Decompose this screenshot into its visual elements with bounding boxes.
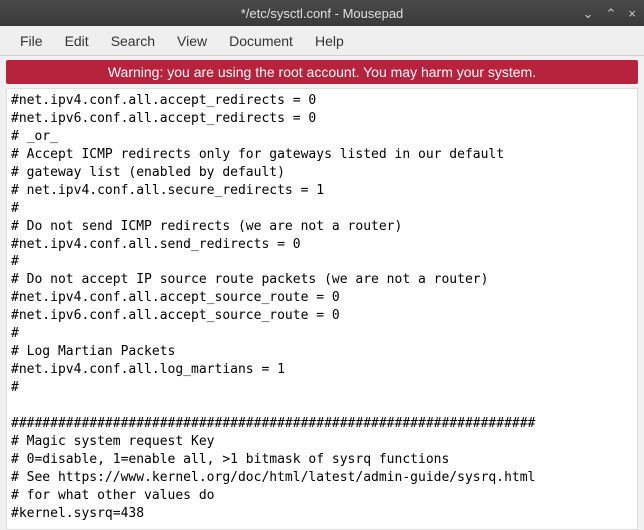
editor-area[interactable]: #net.ipv4.conf.all.accept_redirects = 0 … bbox=[6, 88, 638, 530]
titlebar-buttons: ⌄ ⌃ × bbox=[576, 7, 636, 20]
titlebar: */etc/sysctl.conf - Mousepad ⌄ ⌃ × bbox=[0, 0, 644, 26]
menu-file[interactable]: File bbox=[10, 29, 53, 53]
menu-document[interactable]: Document bbox=[219, 29, 303, 53]
window-title: */etc/sysctl.conf - Mousepad bbox=[68, 6, 576, 21]
maximize-button[interactable]: ⌃ bbox=[606, 7, 617, 20]
menubar: File Edit Search View Document Help bbox=[0, 26, 644, 56]
minimize-button[interactable]: ⌄ bbox=[583, 7, 594, 20]
menu-help[interactable]: Help bbox=[305, 29, 354, 53]
warning-bar: Warning: you are using the root account.… bbox=[6, 60, 638, 84]
editor-content[interactable]: #net.ipv4.conf.all.accept_redirects = 0 … bbox=[7, 89, 637, 530]
close-button[interactable]: × bbox=[628, 7, 636, 20]
editor-text: #net.ipv4.conf.all.accept_redirects = 0 … bbox=[11, 93, 535, 530]
menu-edit[interactable]: Edit bbox=[55, 29, 99, 53]
menu-search[interactable]: Search bbox=[101, 29, 165, 53]
menu-view[interactable]: View bbox=[167, 29, 217, 53]
